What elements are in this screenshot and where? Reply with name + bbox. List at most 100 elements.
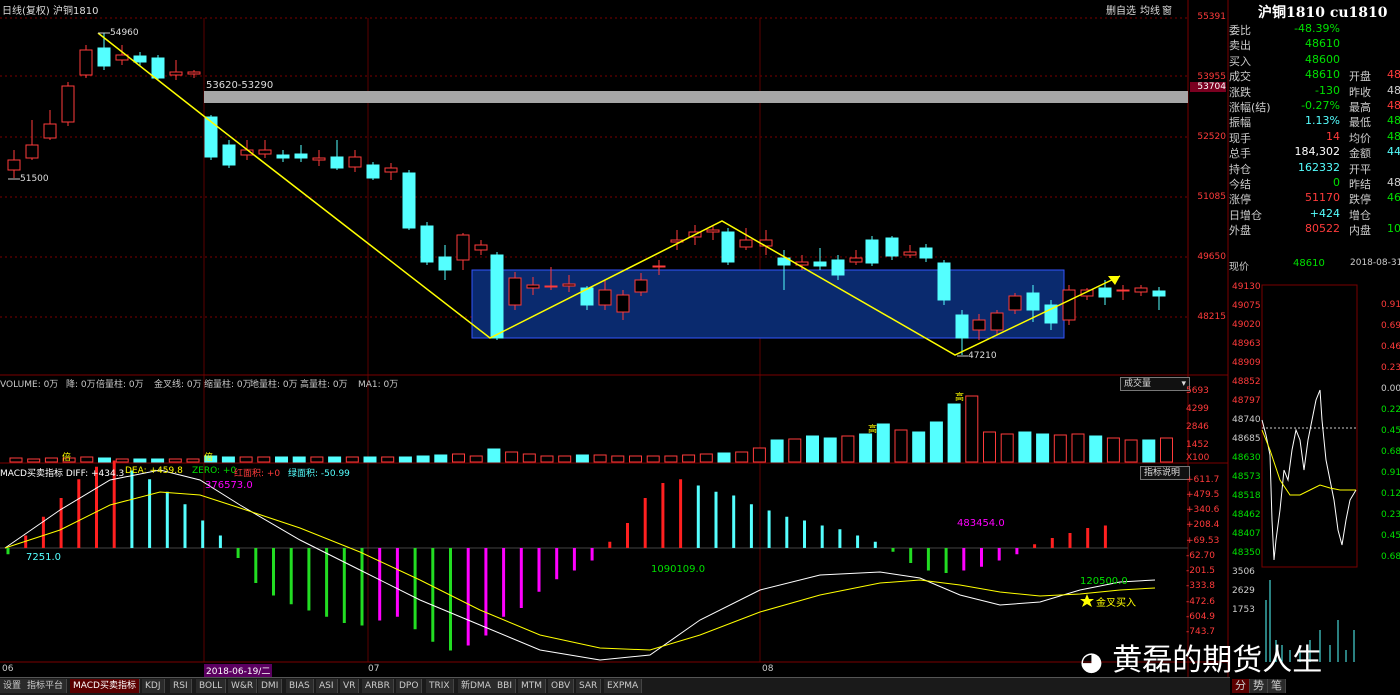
volume-selector[interactable]: 成交量 ▾ bbox=[1120, 377, 1190, 391]
volume-selector-label: 成交量 bbox=[1124, 379, 1152, 389]
volume-bar bbox=[9, 457, 23, 463]
volume-tick: 4299 bbox=[1186, 404, 1209, 414]
volume-bar bbox=[611, 455, 625, 463]
quote-value: 0 bbox=[1333, 176, 1340, 189]
quote-value: 80522 bbox=[1305, 222, 1340, 236]
candle-body bbox=[204, 116, 218, 158]
quote-key: 涨停 bbox=[1229, 193, 1251, 207]
quote-key: 买入 bbox=[1229, 54, 1251, 68]
macd-tick: -62.70 bbox=[1186, 551, 1216, 561]
high-label: 54960 bbox=[110, 28, 139, 38]
tab-bbi[interactable]: BBI bbox=[494, 679, 517, 693]
low-right-label: 47210 bbox=[968, 351, 997, 361]
candle-body bbox=[348, 156, 362, 168]
volume-bar bbox=[80, 456, 94, 463]
candle-body bbox=[972, 319, 986, 331]
tab-mtm[interactable]: MTM bbox=[518, 679, 547, 693]
intraday-price-tick: 48518 bbox=[1232, 491, 1261, 501]
candle-body bbox=[813, 261, 827, 267]
quote-value: 48610 bbox=[1305, 37, 1340, 51]
volume-bar bbox=[1053, 434, 1067, 463]
tab-dpo[interactable]: DPO bbox=[396, 679, 423, 693]
volume-bar bbox=[44, 457, 58, 463]
quote-value: 51170 bbox=[1305, 191, 1340, 205]
intraday-pct-tick: 0.91 bbox=[1381, 468, 1400, 478]
tab-trend[interactable]: 势 bbox=[1250, 679, 1268, 693]
tab-macd[interactable]: MACD买卖指标 bbox=[70, 679, 140, 693]
candle-body bbox=[865, 239, 879, 264]
candle-body bbox=[61, 85, 75, 123]
volume-tick: 5693 bbox=[1186, 386, 1209, 396]
volume-bar bbox=[735, 451, 749, 463]
quote-value2: 463 bbox=[1387, 191, 1400, 205]
quote-value2: 485 bbox=[1387, 129, 1400, 143]
quote-value: 14 bbox=[1326, 129, 1340, 143]
intraday-price-tick: 49020 bbox=[1232, 320, 1261, 330]
tab-bias[interactable]: BIAS bbox=[286, 679, 314, 693]
quote-value: -0.27% bbox=[1301, 99, 1340, 112]
tab-new-dma[interactable]: 新DMA bbox=[458, 679, 495, 693]
candle-body bbox=[739, 239, 753, 248]
volume-bars bbox=[9, 395, 1173, 463]
intraday-price-tick: 48350 bbox=[1232, 548, 1261, 558]
tab-asi[interactable]: ASI bbox=[316, 679, 338, 693]
weibo-watermark: ◕ 黄磊的期货人生 bbox=[1080, 635, 1322, 679]
tab-rsi[interactable]: RSI bbox=[170, 679, 192, 693]
volume-tick: X100 bbox=[1186, 453, 1210, 463]
tab-dmi[interactable]: DMI bbox=[258, 679, 283, 693]
tab-trix[interactable]: TRIX bbox=[426, 679, 454, 693]
volume-mark: 高 bbox=[868, 425, 878, 435]
candle-body bbox=[97, 47, 111, 67]
volume-bar bbox=[1071, 433, 1085, 463]
watermark-text: 黄磊的期货人生 bbox=[1112, 643, 1323, 678]
ma-button[interactable]: 均线 bbox=[1140, 2, 1160, 17]
quote-key2: 金额 bbox=[1349, 147, 1371, 161]
volume-bar bbox=[876, 423, 890, 463]
legend-item: DEA: +459.8 bbox=[125, 466, 183, 476]
tab-minute[interactable]: 分 bbox=[1232, 679, 1250, 693]
tab-vr[interactable]: VR bbox=[340, 679, 360, 693]
candle-body bbox=[402, 172, 416, 229]
quote-key: 涨跌 bbox=[1229, 85, 1251, 99]
resistance-zone bbox=[204, 91, 1188, 103]
tab-indicator-platform[interactable]: 指标平台 bbox=[24, 679, 68, 693]
legend-item: 倍量柱: 0万 bbox=[96, 380, 144, 390]
volume-bar bbox=[752, 447, 766, 463]
candle-body bbox=[312, 157, 326, 161]
delete-watchlist-button[interactable]: 删自选 bbox=[1106, 2, 1136, 17]
candle-body bbox=[1134, 287, 1148, 293]
tab-settings[interactable]: 设置 bbox=[0, 679, 26, 693]
tab-ticks[interactable]: 笔 bbox=[1268, 679, 1286, 693]
volume-bar bbox=[646, 455, 660, 463]
tab-wr[interactable]: W&R bbox=[228, 679, 258, 693]
volume-bar bbox=[894, 429, 908, 463]
tab-boll[interactable]: BOLL bbox=[196, 679, 227, 693]
volume-bar bbox=[487, 448, 501, 463]
tab-obv[interactable]: OBV bbox=[548, 679, 575, 693]
intraday-price-tick: 48852 bbox=[1232, 377, 1261, 387]
volume-bar bbox=[1036, 433, 1050, 463]
tab-arbr[interactable]: ARBR bbox=[362, 679, 394, 693]
indicator-help-button[interactable]: 指标说明 bbox=[1140, 466, 1190, 480]
candle-body bbox=[384, 167, 398, 173]
volume-bar bbox=[983, 431, 996, 463]
window-button[interactable]: 窗 bbox=[1162, 2, 1172, 17]
intraday-price-tick: 48407 bbox=[1232, 529, 1261, 539]
quote-key: 外盘 bbox=[1229, 224, 1251, 238]
volume-bar bbox=[381, 456, 395, 463]
intraday-pct-tick: 0.69 bbox=[1381, 321, 1400, 331]
legend-item: 红面积: +0 bbox=[234, 469, 281, 479]
tab-kdj[interactable]: KDJ bbox=[142, 679, 165, 693]
volume-bar bbox=[275, 456, 288, 463]
intraday-pct-tick: 0.45 bbox=[1381, 531, 1400, 541]
volume-bar bbox=[452, 453, 465, 463]
candle-body bbox=[294, 153, 308, 159]
intraday-pct-tick: 0.68 bbox=[1381, 447, 1400, 457]
quote-key: 委比 bbox=[1229, 24, 1251, 37]
volume-bar bbox=[239, 456, 253, 463]
intraday-pct-tick: 0.23 bbox=[1381, 510, 1400, 520]
tab-expma[interactable]: EXPMA bbox=[604, 679, 643, 693]
tab-sar[interactable]: SAR bbox=[576, 679, 602, 693]
quote-key2: 均价 bbox=[1349, 131, 1371, 145]
candle-body bbox=[1026, 292, 1040, 311]
